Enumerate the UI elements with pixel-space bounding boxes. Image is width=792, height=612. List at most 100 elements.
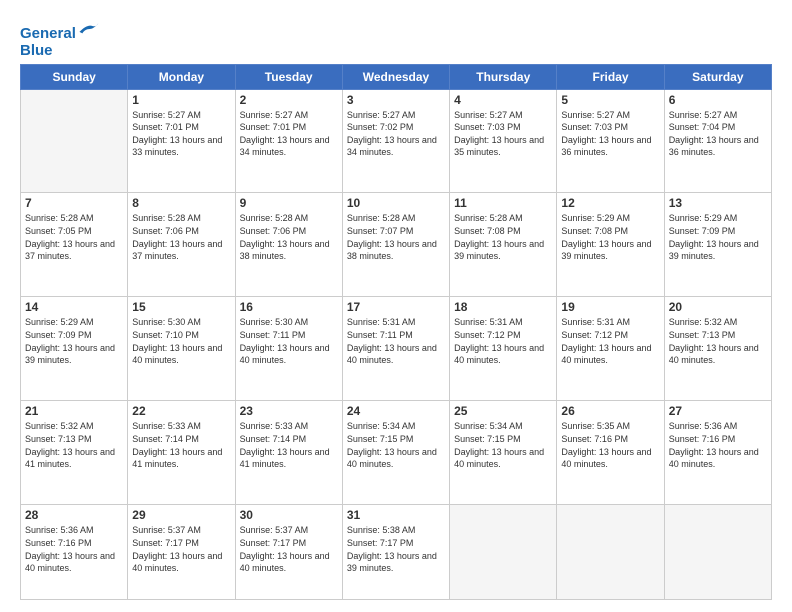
day-number: 6 bbox=[669, 93, 767, 107]
week-row-4: 21Sunrise: 5:32 AMSunset: 7:13 PMDayligh… bbox=[21, 401, 772, 505]
cell-info: Sunrise: 5:28 AMSunset: 7:07 PMDaylight:… bbox=[347, 212, 445, 262]
calendar-cell: 30 Sunrise: 5:37 AMSunset: 7:17 PMDayligh… bbox=[235, 505, 342, 600]
calendar-cell: 10Sunrise: 5:28 AMSunset: 7:07 PMDayligh… bbox=[342, 193, 449, 297]
cell-info: Sunrise: 5:28 AMSunset: 7:05 PMDaylight:… bbox=[25, 212, 123, 262]
day-number: 3 bbox=[347, 93, 445, 107]
cell-info: Sunrise: 5:29 AMSunset: 7:08 PMDaylight:… bbox=[561, 212, 659, 262]
cell-info: Sunrise: 5:36 AMSunset: 7:16 PMDaylight:… bbox=[25, 524, 123, 574]
column-header-saturday: Saturday bbox=[664, 64, 771, 89]
calendar-cell: 31 Sunrise: 5:38 AMSunset: 7:17 PMDayligh… bbox=[342, 505, 449, 600]
cell-info: Sunrise: 5:29 AMSunset: 7:09 PMDaylight:… bbox=[25, 316, 123, 366]
day-number: 4 bbox=[454, 93, 552, 107]
column-header-sunday: Sunday bbox=[21, 64, 128, 89]
day-number: 7 bbox=[25, 196, 123, 210]
column-header-tuesday: Tuesday bbox=[235, 64, 342, 89]
calendar-cell: 6 Sunrise: 5:27 AMSunset: 7:04 PMDaylight… bbox=[664, 89, 771, 193]
calendar-cell bbox=[557, 505, 664, 600]
cell-info: Sunrise: 5:29 AMSunset: 7:09 PMDaylight:… bbox=[669, 212, 767, 262]
calendar-cell: 9Sunrise: 5:28 AMSunset: 7:06 PMDaylight… bbox=[235, 193, 342, 297]
logo-blue: Blue bbox=[20, 42, 100, 59]
cell-info: Sunrise: 5:27 AMSunset: 7:04 PMDaylight:… bbox=[669, 109, 767, 159]
cell-info: Sunrise: 5:31 AMSunset: 7:11 PMDaylight:… bbox=[347, 316, 445, 366]
calendar-cell: 24 Sunrise: 5:34 AMSunset: 7:15 PMDayligh… bbox=[342, 401, 449, 505]
day-number: 23 bbox=[240, 404, 338, 418]
week-row-2: 7 Sunrise: 5:28 AMSunset: 7:05 PMDaylight… bbox=[21, 193, 772, 297]
calendar-cell: 18 Sunrise: 5:31 AMSunset: 7:12 PMDayligh… bbox=[450, 297, 557, 401]
calendar-cell: 2 Sunrise: 5:27 AMSunset: 7:01 PMDaylight… bbox=[235, 89, 342, 193]
calendar-cell: 26 Sunrise: 5:35 AMSunset: 7:16 PMDayligh… bbox=[557, 401, 664, 505]
day-number: 18 bbox=[454, 300, 552, 314]
cell-info: Sunrise: 5:27 AMSunset: 7:01 PMDaylight:… bbox=[240, 109, 338, 159]
logo-text: General bbox=[20, 20, 100, 42]
cell-info: Sunrise: 5:31 AMSunset: 7:12 PMDaylight:… bbox=[561, 316, 659, 366]
cell-info: Sunrise: 5:28 AMSunset: 7:06 PMDaylight:… bbox=[132, 212, 230, 262]
calendar-cell: 25 Sunrise: 5:34 AMSunset: 7:15 PMDayligh… bbox=[450, 401, 557, 505]
day-number: 8 bbox=[132, 196, 230, 210]
day-number: 25 bbox=[454, 404, 552, 418]
day-number: 28 bbox=[25, 508, 123, 522]
day-number: 27 bbox=[669, 404, 767, 418]
cell-info: Sunrise: 5:38 AMSunset: 7:17 PMDaylight:… bbox=[347, 524, 445, 574]
calendar-cell: 29Sunrise: 5:37 AMSunset: 7:17 PMDayligh… bbox=[128, 505, 235, 600]
column-header-monday: Monday bbox=[128, 64, 235, 89]
calendar-cell: 7 Sunrise: 5:28 AMSunset: 7:05 PMDaylight… bbox=[21, 193, 128, 297]
calendar-cell: 5 Sunrise: 5:27 AMSunset: 7:03 PMDaylight… bbox=[557, 89, 664, 193]
calendar-cell: 23 Sunrise: 5:33 AMSunset: 7:14 PMDayligh… bbox=[235, 401, 342, 505]
day-number: 17 bbox=[347, 300, 445, 314]
cell-info: Sunrise: 5:33 AMSunset: 7:14 PMDaylight:… bbox=[132, 420, 230, 470]
cell-info: Sunrise: 5:27 AMSunset: 7:03 PMDaylight:… bbox=[561, 109, 659, 159]
day-number: 11 bbox=[454, 196, 552, 210]
cell-info: Sunrise: 5:30 AMSunset: 7:11 PMDaylight:… bbox=[240, 316, 338, 366]
day-number: 19 bbox=[561, 300, 659, 314]
calendar-cell: 22Sunrise: 5:33 AMSunset: 7:14 PMDayligh… bbox=[128, 401, 235, 505]
day-number: 26 bbox=[561, 404, 659, 418]
calendar-cell bbox=[21, 89, 128, 193]
calendar-cell: 3 Sunrise: 5:27 AMSunset: 7:02 PMDaylight… bbox=[342, 89, 449, 193]
day-number: 12 bbox=[561, 196, 659, 210]
cell-info: Sunrise: 5:28 AMSunset: 7:08 PMDaylight:… bbox=[454, 212, 552, 262]
calendar-cell: 27 Sunrise: 5:36 AMSunset: 7:16 PMDayligh… bbox=[664, 401, 771, 505]
logo-general: General bbox=[20, 25, 76, 42]
calendar-cell: 14 Sunrise: 5:29 AMSunset: 7:09 PMDayligh… bbox=[21, 297, 128, 401]
cell-info: Sunrise: 5:34 AMSunset: 7:15 PMDaylight:… bbox=[347, 420, 445, 470]
cell-info: Sunrise: 5:36 AMSunset: 7:16 PMDaylight:… bbox=[669, 420, 767, 470]
day-number: 5 bbox=[561, 93, 659, 107]
calendar-cell: 20 Sunrise: 5:32 AMSunset: 7:13 PMDayligh… bbox=[664, 297, 771, 401]
week-row-3: 14 Sunrise: 5:29 AMSunset: 7:09 PMDayligh… bbox=[21, 297, 772, 401]
cell-info: Sunrise: 5:30 AMSunset: 7:10 PMDaylight:… bbox=[132, 316, 230, 366]
day-number: 2 bbox=[240, 93, 338, 107]
calendar-cell bbox=[450, 505, 557, 600]
calendar-cell: 17 Sunrise: 5:31 AMSunset: 7:11 PMDayligh… bbox=[342, 297, 449, 401]
day-number: 14 bbox=[25, 300, 123, 314]
calendar-cell: 11 Sunrise: 5:28 AMSunset: 7:08 PMDayligh… bbox=[450, 193, 557, 297]
calendar-cell: 16 Sunrise: 5:30 AMSunset: 7:11 PMDayligh… bbox=[235, 297, 342, 401]
cell-info: Sunrise: 5:37 AMSunset: 7:17 PMDaylight:… bbox=[240, 524, 338, 574]
calendar-cell bbox=[664, 505, 771, 600]
cell-info: Sunrise: 5:27 AMSunset: 7:02 PMDaylight:… bbox=[347, 109, 445, 159]
cell-info: Sunrise: 5:27 AMSunset: 7:01 PMDaylight:… bbox=[132, 109, 230, 159]
calendar-cell: 19 Sunrise: 5:31 AMSunset: 7:12 PMDayligh… bbox=[557, 297, 664, 401]
cell-info: Sunrise: 5:37 AMSunset: 7:17 PMDaylight:… bbox=[132, 524, 230, 574]
cell-info: Sunrise: 5:34 AMSunset: 7:15 PMDaylight:… bbox=[454, 420, 552, 470]
cell-info: Sunrise: 5:31 AMSunset: 7:12 PMDaylight:… bbox=[454, 316, 552, 366]
calendar-cell: 15 Sunrise: 5:30 AMSunset: 7:10 PMDayligh… bbox=[128, 297, 235, 401]
calendar-cell: 13Sunrise: 5:29 AMSunset: 7:09 PMDayligh… bbox=[664, 193, 771, 297]
day-number: 15 bbox=[132, 300, 230, 314]
calendar-cell: 8 Sunrise: 5:28 AMSunset: 7:06 PMDaylight… bbox=[128, 193, 235, 297]
day-number: 24 bbox=[347, 404, 445, 418]
calendar-cell: 21Sunrise: 5:32 AMSunset: 7:13 PMDayligh… bbox=[21, 401, 128, 505]
day-number: 31 bbox=[347, 508, 445, 522]
week-row-1: 1 Sunrise: 5:27 AMSunset: 7:01 PMDaylight… bbox=[21, 89, 772, 193]
column-header-thursday: Thursday bbox=[450, 64, 557, 89]
day-number: 30 bbox=[240, 508, 338, 522]
day-number: 16 bbox=[240, 300, 338, 314]
cell-info: Sunrise: 5:27 AMSunset: 7:03 PMDaylight:… bbox=[454, 109, 552, 159]
cell-info: Sunrise: 5:35 AMSunset: 7:16 PMDaylight:… bbox=[561, 420, 659, 470]
day-number: 20 bbox=[669, 300, 767, 314]
logo: General Blue bbox=[20, 20, 100, 60]
day-number: 1 bbox=[132, 93, 230, 107]
calendar-header-row: SundayMondayTuesdayWednesdayThursdayFrid… bbox=[21, 64, 772, 89]
cell-info: Sunrise: 5:32 AMSunset: 7:13 PMDaylight:… bbox=[669, 316, 767, 366]
calendar-cell: 4 Sunrise: 5:27 AMSunset: 7:03 PMDaylight… bbox=[450, 89, 557, 193]
cell-info: Sunrise: 5:33 AMSunset: 7:14 PMDaylight:… bbox=[240, 420, 338, 470]
